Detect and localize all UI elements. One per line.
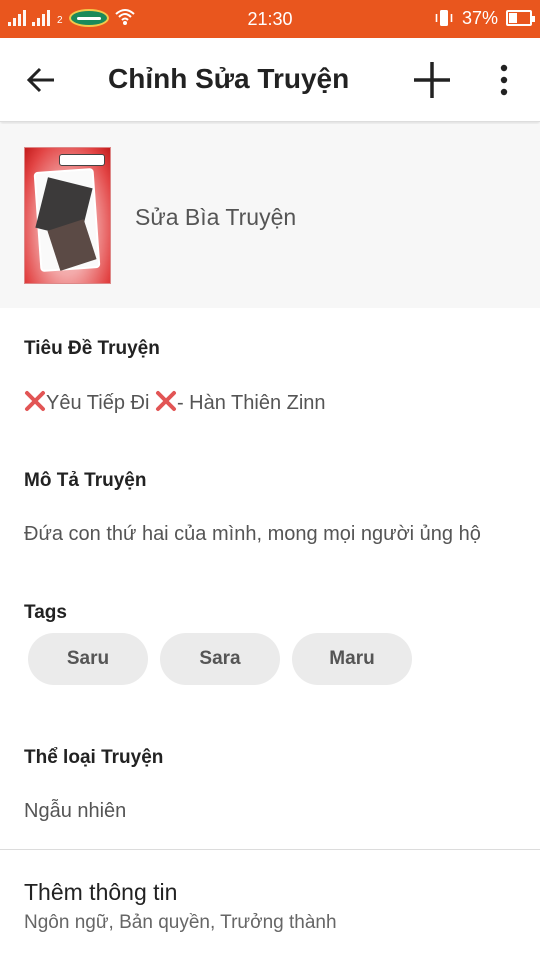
tag-chip[interactable]: Saru: [28, 633, 148, 685]
more-vertical-icon: [500, 64, 508, 96]
cross-mark-icon: [155, 390, 177, 412]
app-bar: Chỉnh Sửa Truyện: [0, 38, 540, 122]
story-title-text-2: - Hàn Thiên Zinn: [176, 392, 326, 414]
more-info-subtitle: Ngôn ngữ, Bản quyền, Trưởng thành: [24, 912, 337, 933]
cross-mark-icon: [24, 390, 46, 412]
back-button[interactable]: [22, 62, 62, 98]
battery-percent: 37%: [461, 8, 498, 28]
plus-icon: [414, 62, 450, 98]
more-options-button[interactable]: [492, 60, 516, 100]
description-value[interactable]: Đứa con thứ hai của mình, mong mọi người…: [24, 521, 481, 547]
cover-image[interactable]: [24, 147, 111, 284]
story-title-text-1: Yêu Tiếp Đi: [46, 392, 155, 414]
back-arrow-icon: [26, 67, 54, 93]
page-title: Chỉnh Sửa Truyện: [108, 63, 350, 94]
story-title-label: Tiêu Đề Truyện: [24, 338, 160, 359]
more-info-title[interactable]: Thêm thông tin: [24, 878, 177, 906]
tag-chip[interactable]: Maru: [292, 633, 412, 685]
divider: [0, 849, 540, 850]
story-title-value[interactable]: Yêu Tiếp Đi - Hàn Thiên Zinn: [24, 390, 326, 416]
add-part-button[interactable]: [410, 58, 454, 102]
tags-label: Tags: [24, 602, 67, 623]
description-label: Mô Tả Truyện: [24, 470, 147, 491]
status-right: 37%: [434, 8, 535, 28]
status-bar: 2 21:30 37%: [0, 0, 540, 38]
battery-icon: [506, 10, 535, 26]
tag-list: Saru Sara Maru: [28, 633, 412, 685]
cover-section: Sửa Bìa Truyện: [0, 124, 540, 308]
tag-chip[interactable]: Sara: [160, 633, 280, 685]
vibrate-icon: [435, 10, 453, 26]
genre-value[interactable]: Ngẫu nhiên: [24, 798, 126, 824]
edit-cover-link[interactable]: Sửa Bìa Truyện: [135, 203, 296, 231]
genre-label: Thể loại Truyện: [24, 747, 164, 768]
